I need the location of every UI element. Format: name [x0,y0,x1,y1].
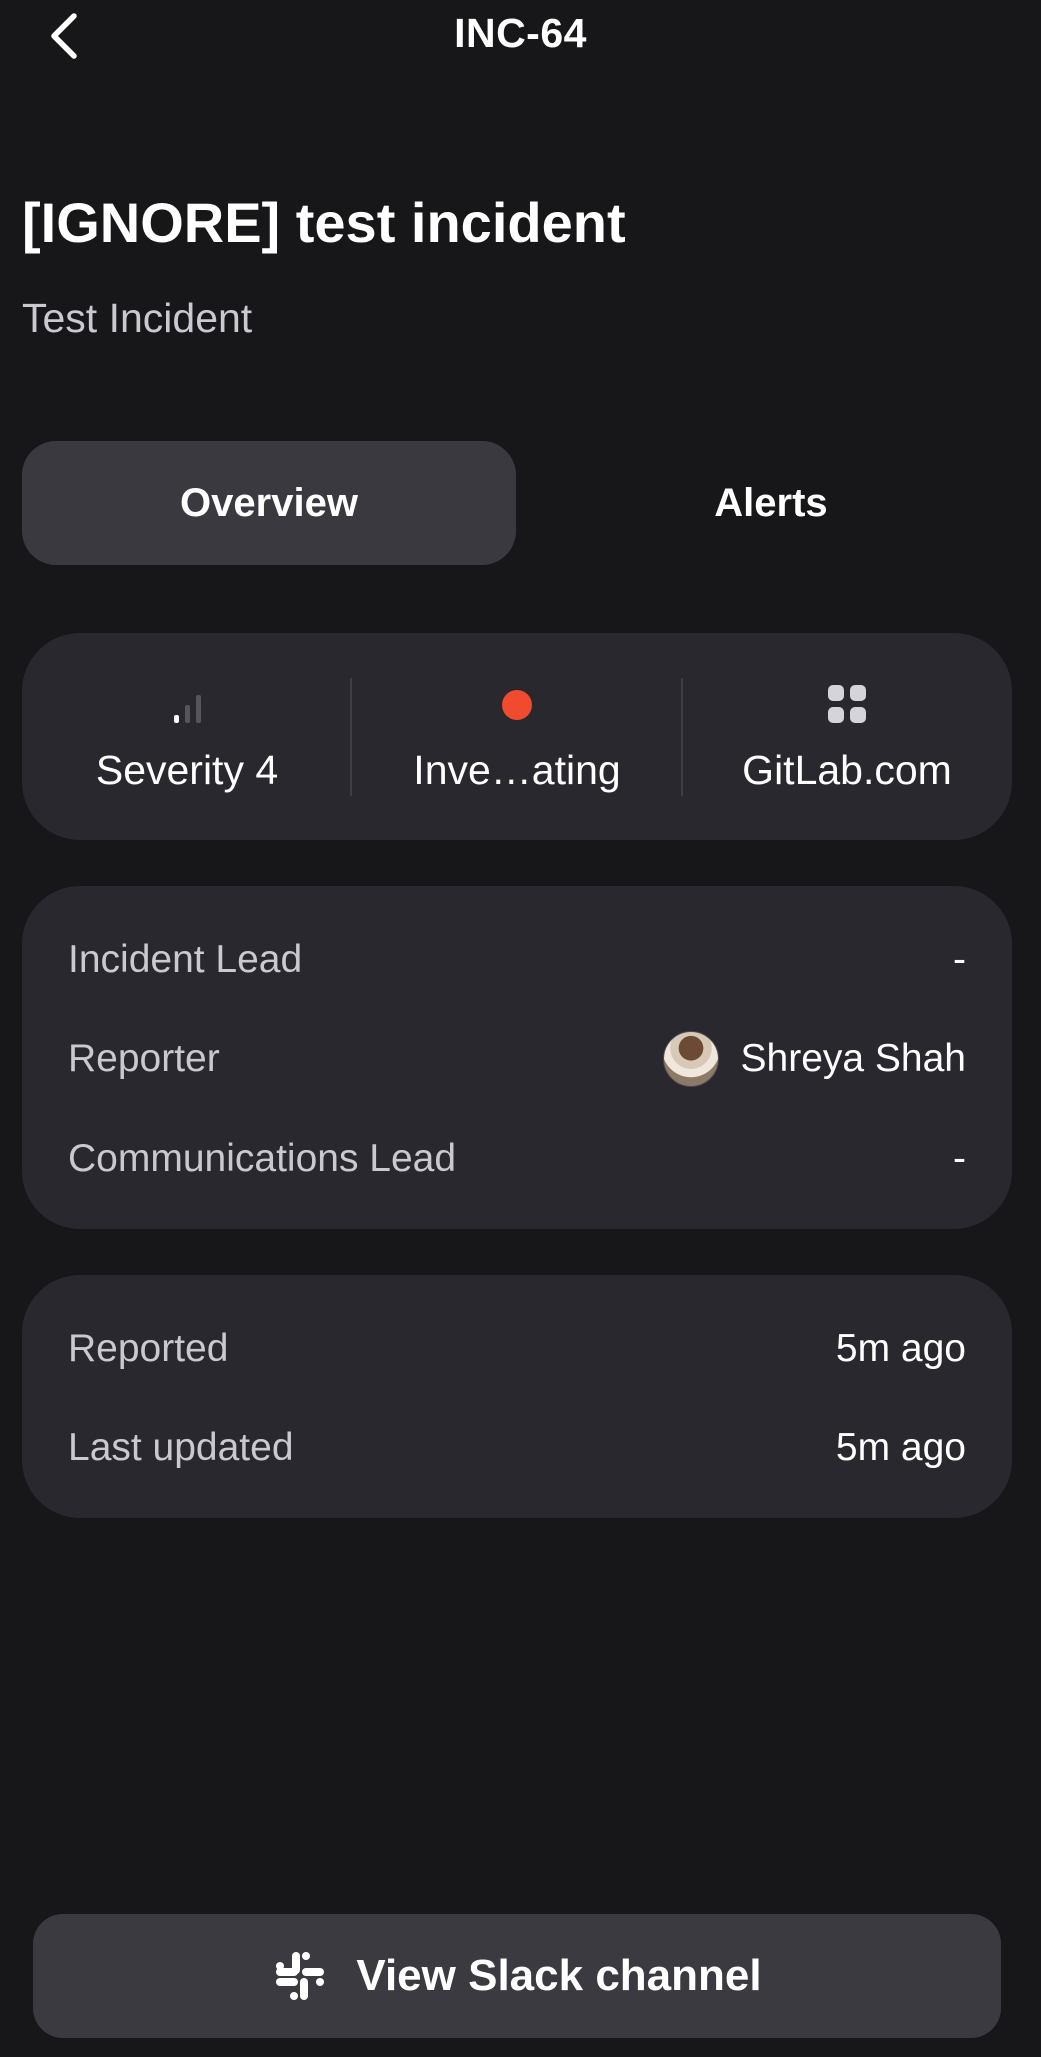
row-value: - [953,938,966,981]
roles-card: Incident Lead - Reporter Shreya Shah Com… [22,886,1012,1229]
tab-alerts[interactable]: Alerts [524,441,1018,565]
top-navigation-bar: INC-64 [0,0,1041,72]
grid-icon [828,685,866,723]
view-slack-channel-button[interactable]: View Slack channel [33,1914,1001,2038]
tab-overview[interactable]: Overview [22,441,516,565]
reported-row: Reported 5m ago [68,1319,966,1379]
group-label: GitLab.com [742,747,952,793]
last-updated-row: Last updated 5m ago [68,1418,966,1478]
incident-title: [IGNORE] test incident [22,191,626,254]
reporter-name: Shreya Shah [740,1037,967,1080]
row-label: Reporter [68,1037,220,1080]
reporter-row[interactable]: Reporter Shreya Shah [68,1029,966,1089]
severity-label: Severity 4 [95,747,279,793]
row-label: Communications Lead [68,1137,457,1180]
row-value: 5m ago [835,1327,966,1370]
group-cell[interactable]: GitLab.com [682,633,1012,840]
incident-summary-card: Severity 4 Inve…ating GitLab.com [22,633,1012,840]
status-cell[interactable]: Inve…ating [352,633,682,840]
signal-bars-icon [173,693,201,723]
reporter-value: Shreya Shah [662,1031,967,1087]
row-label: Reported [68,1327,229,1370]
incident-lead-row[interactable]: Incident Lead - [68,930,966,990]
avatar [662,1031,719,1087]
timestamps-card: Reported 5m ago Last updated 5m ago [22,1275,1012,1518]
tab-bar: Overview Alerts [22,441,1018,565]
row-label: Incident Lead [68,938,303,981]
row-value: 5m ago [835,1426,966,1469]
status-label: Inve…ating [413,747,621,793]
severity-cell[interactable]: Severity 4 [22,633,352,840]
slack-icon [276,1952,325,2000]
page-title: INC-64 [454,10,587,56]
row-label: Last updated [68,1426,294,1469]
status-dot-icon [502,690,532,720]
communications-lead-row[interactable]: Communications Lead - [68,1129,966,1189]
row-value: - [953,1137,966,1180]
button-label: View Slack channel [356,1951,762,2000]
incident-subtitle: Test Incident [22,295,253,341]
